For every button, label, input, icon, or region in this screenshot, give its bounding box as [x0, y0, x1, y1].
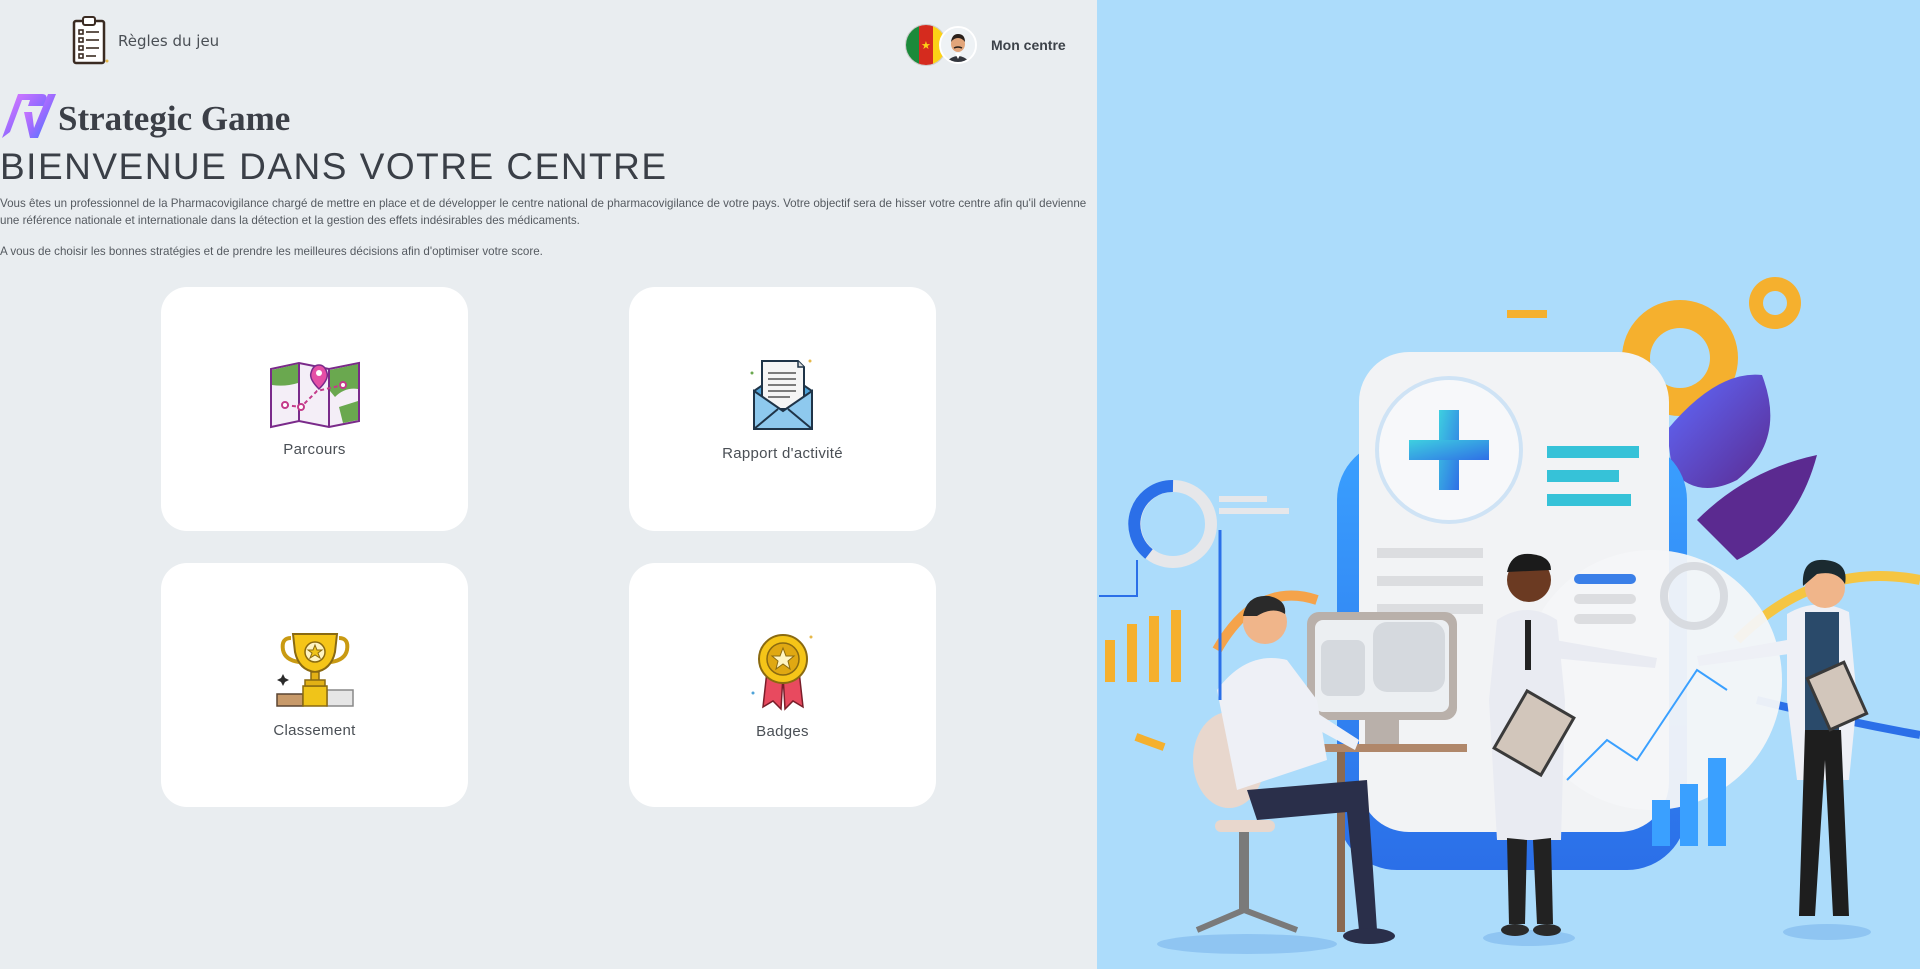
rapport-activite-card[interactable]: Rapport d'activité [629, 287, 936, 531]
healthcare-team-illustration [1099, 277, 1920, 954]
classement-label: Classement [273, 721, 356, 739]
clipboard-icon [72, 16, 109, 65]
parcours-label: Parcours [283, 440, 346, 458]
rules-label: Règles du jeu [118, 32, 220, 50]
badges-label: Badges [756, 722, 809, 740]
envelope-report-icon [750, 359, 813, 430]
rapport-activite-label: Rapport d'activité [722, 444, 843, 462]
user-menu[interactable]: ★ Mon centre [905, 24, 1066, 66]
parcours-card[interactable]: Parcours [161, 287, 468, 531]
badges-card[interactable]: Badges [629, 563, 936, 807]
avatar [939, 26, 977, 64]
user-label: Mon centre [991, 37, 1066, 53]
brand: Strategic Game [0, 88, 290, 140]
intro-text-2: A vous de choisir les bonnes stratégies … [0, 245, 543, 258]
page-title: BIENVENUE DANS VOTRE CENTRE [0, 146, 668, 187]
classement-card[interactable]: Classement [161, 563, 468, 807]
rules-link[interactable]: Règles du jeu [72, 16, 219, 66]
map-icon [269, 361, 360, 428]
trophy-icon [275, 632, 354, 707]
medal-icon [751, 633, 812, 711]
intro-text: Vous êtes un professionnel de la Pharmac… [0, 197, 1087, 227]
strategic-game-logo-icon [2, 94, 56, 138]
hero-illustration [1097, 0, 1920, 969]
brand-name: Strategic Game [58, 99, 291, 138]
left-panel: Règles du jeu ★ Mon centre Strategic Gam… [0, 0, 1097, 969]
